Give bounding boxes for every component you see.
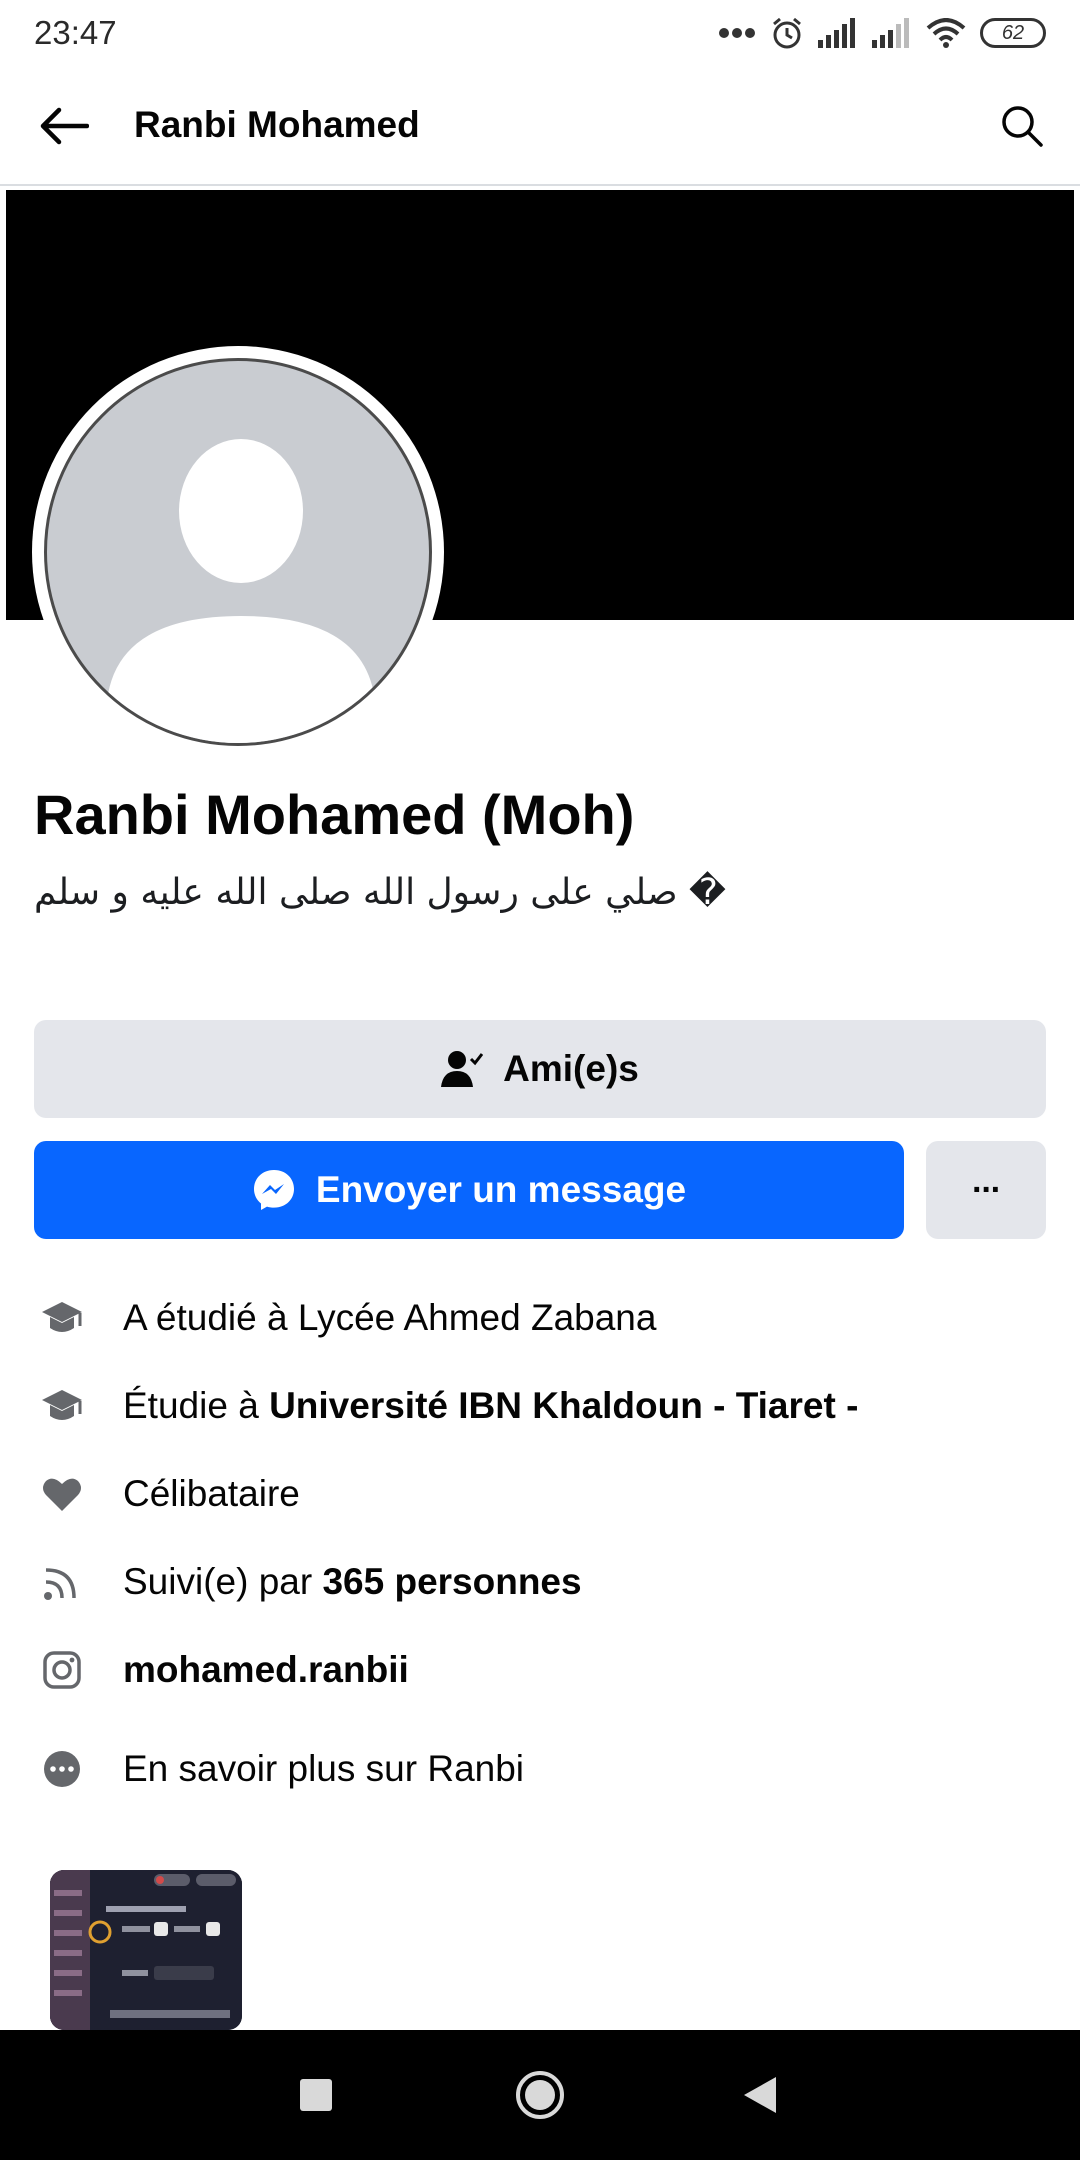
intro-text: mohamed.ranbii bbox=[123, 1649, 409, 1690]
home-button[interactable] bbox=[510, 2065, 570, 2125]
heart-icon bbox=[40, 1472, 84, 1516]
search-button[interactable] bbox=[992, 96, 1052, 156]
photo-thumbnail[interactable] bbox=[50, 1870, 242, 2030]
graduation-cap-icon bbox=[40, 1384, 84, 1428]
signal-weak-icon bbox=[872, 18, 912, 48]
home-circle-icon bbox=[516, 2071, 564, 2119]
send-message-label: Envoyer un message bbox=[315, 1169, 687, 1210]
back-button[interactable] bbox=[34, 96, 94, 156]
more-circle-icon bbox=[40, 1747, 84, 1791]
back-arrow-icon bbox=[40, 107, 89, 145]
default-avatar-icon bbox=[107, 439, 375, 743]
status-time: 23:47 bbox=[34, 14, 117, 51]
more-dots-icon bbox=[718, 27, 756, 39]
photo-thumbnail-image bbox=[50, 1870, 242, 2030]
signal-icon bbox=[818, 18, 858, 48]
intro-text: A étudié à Lycée Ahmed Zabana bbox=[123, 1297, 657, 1338]
status-bar: 23:47 62 bbox=[0, 0, 1080, 66]
graduation-cap-icon bbox=[40, 1296, 84, 1340]
alarm-icon bbox=[770, 16, 804, 50]
intro-item-studies[interactable]: Étudie à Université IBN Khaldoun - Tiare… bbox=[0, 1366, 1080, 1446]
recents-button[interactable] bbox=[286, 2065, 346, 2125]
app-bar-title: Ranbi Mohamed bbox=[134, 104, 420, 145]
friends-button-label: Ami(e)s bbox=[503, 1048, 639, 1089]
intro-text: Suivi(e) par 365 personnes bbox=[123, 1561, 582, 1602]
wifi-icon bbox=[926, 18, 966, 48]
status-icons: 62 bbox=[718, 14, 1046, 52]
more-options-icon: ··· bbox=[972, 1170, 1002, 1209]
send-message-button[interactable]: Envoyer un message bbox=[34, 1141, 904, 1239]
search-icon bbox=[1002, 106, 1043, 147]
intro-item-relationship[interactable]: Célibataire bbox=[0, 1454, 1080, 1534]
intro-text: En savoir plus sur Ranbi bbox=[123, 1748, 525, 1789]
system-nav-bar bbox=[0, 2030, 1080, 2160]
recents-square-icon bbox=[300, 2079, 332, 2111]
profile-name: Ranbi Mohamed (Moh) bbox=[34, 783, 635, 846]
friend-check-icon bbox=[441, 1049, 484, 1089]
intro-item-about[interactable]: En savoir plus sur Ranbi bbox=[0, 1729, 1080, 1809]
avatar[interactable] bbox=[44, 358, 432, 746]
profile-bio: صلي على رسول الله صلى الله عليه و سلم � bbox=[34, 872, 726, 913]
friends-button[interactable]: Ami(e)s bbox=[34, 1020, 1046, 1118]
back-triangle-icon bbox=[744, 2077, 776, 2113]
back-nav-button[interactable] bbox=[730, 2065, 790, 2125]
intro-text: Célibataire bbox=[123, 1473, 300, 1514]
battery-icon: 62 bbox=[980, 18, 1046, 48]
intro-item-followers[interactable]: Suivi(e) par 365 personnes bbox=[0, 1542, 1080, 1622]
more-options-button[interactable]: ··· bbox=[926, 1141, 1046, 1239]
app-bar: Ranbi Mohamed bbox=[0, 66, 1080, 186]
instagram-icon bbox=[40, 1648, 84, 1692]
intro-text: Étudie à Université IBN Khaldoun - Tiare… bbox=[123, 1385, 859, 1426]
intro-item-studied[interactable]: A étudié à Lycée Ahmed Zabana bbox=[0, 1278, 1080, 1358]
messenger-icon bbox=[252, 1168, 296, 1212]
intro-item-instagram[interactable]: mohamed.ranbii bbox=[0, 1630, 1080, 1710]
rss-followers-icon bbox=[40, 1560, 84, 1604]
